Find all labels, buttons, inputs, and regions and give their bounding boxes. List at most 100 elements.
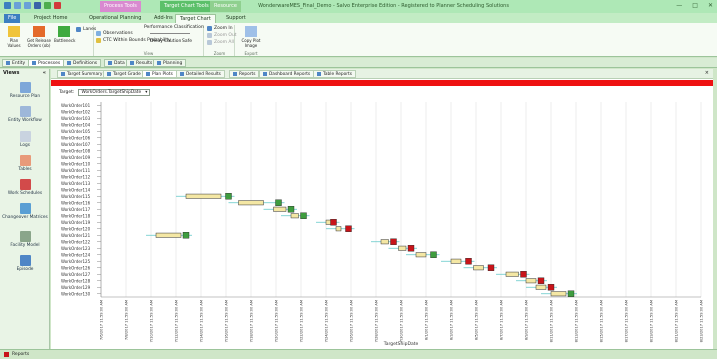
doc-tab-results[interactable]: Results: [126, 59, 157, 67]
doc-tab-entity[interactable]: Entity: [2, 59, 30, 67]
x-tick-label: 7/24/2017 11:59:00 AM: [325, 300, 329, 342]
nav-item-episode[interactable]: Episode: [0, 255, 50, 272]
x-tick-label: 7/18/2017 11:59:00 AM: [250, 300, 254, 342]
delay-label: Delay: [150, 39, 163, 44]
nav-item-logs[interactable]: Logs: [0, 131, 50, 148]
ribbon-tab-target-chart[interactable]: Target Chart: [175, 14, 216, 23]
minimize-button[interactable]: —: [676, 2, 682, 9]
calendar-icon: [19, 179, 31, 190]
y-tick-label: WorkOrder111: [61, 168, 91, 173]
subtab-reports[interactable]: Reports: [229, 70, 260, 78]
nav-item-changeover-matrices[interactable]: Changeover Matrices: [0, 203, 50, 220]
observations-toggle[interactable]: Observations: [96, 31, 133, 36]
target-summary-icon: [61, 72, 65, 76]
changeover-icon: [19, 203, 31, 214]
target-dropdown[interactable]: WorkOrders.TargetShipDate ▾: [78, 88, 151, 96]
warning-bar: [51, 80, 713, 86]
app-icon[interactable]: [4, 2, 11, 9]
ribbon-group-view-options: Observations CTC Within Bounds Probabili…: [94, 25, 204, 56]
context-tab-process-tools[interactable]: Process Tools: [100, 1, 141, 12]
ribbon-tab-support[interactable]: Support: [222, 14, 250, 23]
subtab-target-summary[interactable]: Target Summary: [57, 70, 107, 78]
main-panel: Target Summary Target Grade Plan Plots D…: [51, 69, 713, 349]
close-button[interactable]: ✕: [708, 2, 713, 9]
target-marker: [300, 212, 307, 219]
window-title: WonderwareMES_Final_Demo - Salvo Enterpr…: [258, 3, 509, 9]
entity-icon: [6, 61, 10, 65]
zoom-all-button[interactable]: Zoom All: [207, 40, 234, 45]
copy-plot-image-button[interactable]: Copy Plot Image: [240, 26, 262, 48]
subtab-plan-plots[interactable]: Plan Plots: [142, 70, 177, 78]
x-tick-label: 7/28/2017 11:59:00 AM: [375, 300, 379, 342]
nav-item-tables[interactable]: Tables: [0, 155, 50, 172]
redo-icon[interactable]: [24, 2, 31, 9]
plan-values-icon: [8, 26, 20, 37]
nav-item-entity-workflow[interactable]: Entity Workflow: [0, 106, 50, 123]
y-tick-label: WorkOrder119: [61, 220, 91, 225]
y-tick-label: WorkOrder120: [61, 226, 91, 231]
ribbon-tabs: File Project Home Operational Planning A…: [0, 13, 717, 23]
get-release-orders-button[interactable]: Get Release Orders (ob): [26, 26, 52, 48]
x-tick-label: 7/10/2017 11:59:00 AM: [150, 300, 154, 342]
nav-item-resource-plan[interactable]: Resource Plan: [0, 82, 50, 99]
run-icon[interactable]: [44, 2, 51, 9]
maximize-button[interactable]: □: [692, 2, 698, 9]
y-tick-label: WorkOrder110: [61, 161, 91, 166]
nav-item-label: Tables: [18, 167, 32, 172]
y-tick-label: WorkOrder118: [61, 213, 91, 218]
subtab-table-reports[interactable]: Table Reports: [313, 70, 356, 78]
y-tick-label: WorkOrder124: [61, 252, 91, 257]
facility-model-icon: [19, 231, 31, 242]
y-tick-label: WorkOrder103: [61, 116, 91, 121]
ribbon-tab-add-ins[interactable]: Add-Ins: [150, 14, 177, 23]
x-tick-label: 8/21/2017 11:59:00 AM: [675, 300, 679, 342]
caution-label: Caution: [164, 39, 182, 44]
stop-icon[interactable]: [54, 2, 61, 9]
undo-icon[interactable]: [14, 2, 21, 9]
nav-item-work-schedules[interactable]: Work Schedules: [0, 179, 50, 196]
nav-item-label: Changeover Matrices: [2, 215, 48, 220]
ribbon-tab-file[interactable]: File: [4, 14, 21, 23]
bottleneck-button[interactable]: Bottleneck: [54, 26, 75, 43]
x-tick-label: 7/30/2017 11:59:00 AM: [400, 300, 404, 342]
dashboard-reports-icon: [263, 72, 267, 76]
zoom-group-label: Zoom: [213, 51, 226, 56]
resource-plan-icon: [19, 82, 31, 93]
y-tick-label: WorkOrder115: [61, 194, 91, 199]
doc-tab-processes[interactable]: Processes: [28, 59, 65, 67]
safe-label: Safe: [182, 39, 192, 44]
zoom-all-label: Zoom All: [214, 40, 234, 45]
observations-icon: [96, 31, 101, 36]
ribbon-group-zoom: Zoom In Zoom Out Zoom All Zoom: [205, 25, 237, 56]
views-panel: Views « Resource Plan Entity Workflow Log…: [0, 69, 50, 349]
y-tick-label: WorkOrder130: [61, 291, 91, 296]
target-marker: [407, 245, 415, 252]
y-tick-label: WorkOrder125: [61, 259, 91, 264]
y-tick-label: WorkOrder101: [61, 103, 91, 108]
save-icon[interactable]: [34, 2, 41, 9]
collapse-icon[interactable]: «: [43, 70, 46, 76]
doc-tab-planning[interactable]: Planning: [153, 59, 187, 67]
get-release-orders-label: Get Release Orders (ob): [26, 38, 52, 48]
close-tab-icon[interactable]: ×: [705, 70, 709, 76]
zoom-out-button[interactable]: Zoom Out: [207, 33, 237, 38]
zoom-in-button[interactable]: Zoom In: [207, 26, 233, 31]
nav-item-facility-model[interactable]: Facility Model: [0, 231, 50, 248]
doc-tab-data-label: Data: [114, 60, 125, 66]
plan-values-button[interactable]: Plan Values: [4, 26, 24, 48]
x-tick-label: 7/8/2017 11:59:00 AM: [125, 300, 129, 340]
results-icon: [130, 61, 134, 65]
subtab-detailed-results[interactable]: Detailed Results: [176, 70, 225, 78]
subtab-target-grade[interactable]: Target Grade: [103, 70, 145, 78]
ribbon-tab-project-home[interactable]: Project Home: [30, 14, 71, 23]
y-tick-label: WorkOrder128: [61, 278, 91, 283]
subtab-dashboard-reports[interactable]: Dashboard Reports: [259, 70, 315, 78]
doc-tab-definitions[interactable]: Definitions: [63, 59, 102, 67]
y-tick-label: WorkOrder114: [61, 187, 91, 192]
ribbon-tab-operational-planning[interactable]: Operational Planning: [85, 14, 145, 23]
x-tick-label: 8/1/2017 11:59:00 AM: [425, 300, 429, 340]
order-bar: [335, 226, 342, 232]
bottleneck-icon: [58, 26, 70, 37]
performance-slider[interactable]: [150, 31, 190, 34]
x-tick-label: 8/7/2017 11:59:00 AM: [500, 300, 504, 340]
